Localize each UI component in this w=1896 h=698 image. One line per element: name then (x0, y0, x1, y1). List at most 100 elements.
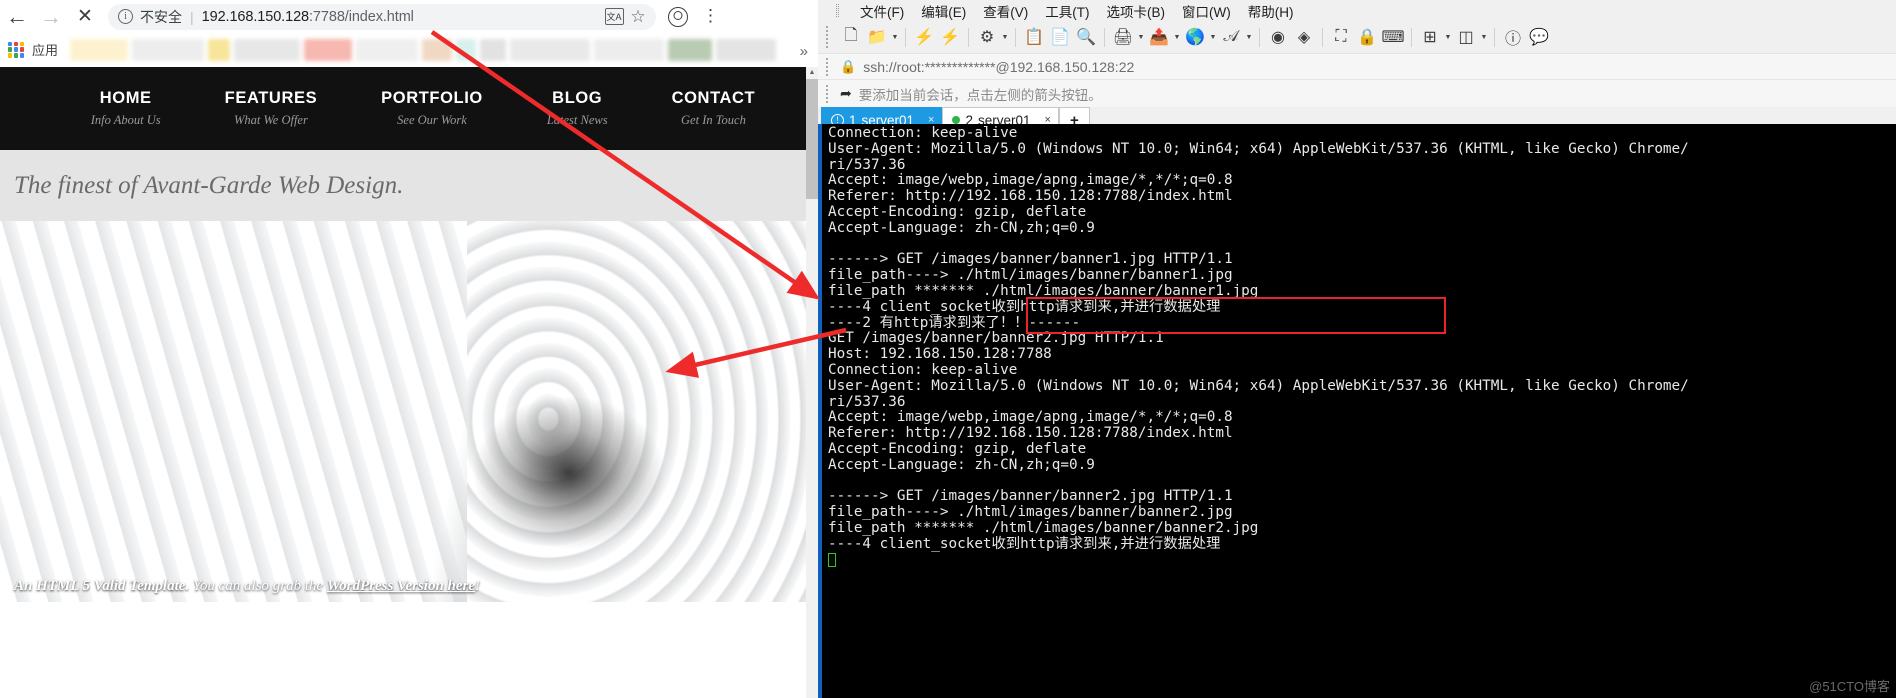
terminal-line: GET /images/banner/banner2.jpg HTTP/1.1 (828, 330, 1164, 347)
toolbar-separator (1411, 27, 1412, 47)
bookmark-chip[interactable] (356, 38, 419, 61)
bookmark-chip[interactable] (716, 38, 777, 61)
nav-item-features[interactable]: FEATURES What We Offer (225, 89, 318, 128)
bookmark-chip[interactable] (304, 38, 353, 61)
terminal-line: ----4 client_socket收到http请求到来,并进行数据处理 (828, 298, 1221, 315)
back-arrow-icon[interactable]: ← (0, 0, 34, 33)
scroll-up-arrow-icon[interactable]: ▲ (806, 67, 818, 79)
translate-icon[interactable]: 文A (602, 6, 626, 28)
font-icon[interactable]: 𝒜 (1218, 24, 1244, 50)
terminal-line: ------> GET /images/banner/banner1.jpg H… (828, 251, 1233, 268)
open-folder-dropdown-icon[interactable]: ▼ (890, 24, 900, 50)
nav-item-blog[interactable]: BLOG Latest News (547, 89, 608, 128)
page-scrollbar[interactable]: ▲ (806, 67, 818, 698)
bookmark-items-blurred[interactable] (70, 38, 780, 61)
browser-toolbar: ← → ✕ i 不安全 | 192.168.150.128:7788/index… (0, 0, 818, 33)
site-info-icon[interactable]: i (118, 9, 133, 24)
copy-icon: 📋 (1024, 29, 1044, 46)
menu-tools[interactable]: 工具(T) (1045, 1, 1089, 21)
session-properties-dropdown-icon[interactable]: ▼ (1000, 24, 1010, 50)
toolbar: 🗋 📁 ▼ ⚡ ⚡ ⚙ ▼ 📋 📄 🔍 🖨 ▼ 📤 ▼ 🌎 ▼ 𝒜 ▼ ◉ ◈ … (818, 21, 1896, 54)
print-dropdown-icon[interactable]: ▼ (1136, 24, 1146, 50)
url-text: 192.168.150.128:7788/index.html (201, 8, 414, 25)
menu-file[interactable]: 文件(F) (860, 1, 904, 21)
terminal-line: Accept-Encoding: gzip, deflate (828, 203, 1087, 220)
find-icon[interactable]: 🔍 (1073, 24, 1099, 50)
ssh-address-bar[interactable]: 🔒 ssh://root:*************@192.168.150.1… (818, 54, 1896, 80)
connect-icon[interactable]: ⚡ (911, 24, 937, 50)
kebab-menu-icon[interactable]: ⋮ (702, 7, 719, 24)
caption-link[interactable]: WordPress Version here (327, 578, 475, 594)
stop-x-icon[interactable]: ✕ (68, 0, 102, 33)
layout-icon[interactable]: ◫ (1453, 24, 1479, 50)
session-hint-text: 要添加当前会话，点击左侧的箭头按钮。 (858, 87, 1102, 103)
lock-icon[interactable]: 🔒 (1354, 24, 1380, 50)
banner-photo-vault (467, 221, 806, 602)
terminal-line: ri/537.36 (828, 156, 906, 173)
nav-item-portfolio[interactable]: PORTFOLIO See Our Work (381, 89, 483, 128)
terminal-line: Accept-Encoding: gzip, deflate (828, 440, 1087, 457)
banner-image: An HTML 5 Valid Template. You can also g… (0, 221, 806, 602)
bookmark-star-icon[interactable]: ☆ (626, 6, 650, 28)
nav-label: PORTFOLIO (381, 89, 483, 107)
bookmark-chip[interactable] (594, 38, 665, 61)
menu-help[interactable]: 帮助(H) (1248, 1, 1294, 21)
scrollbar-thumb[interactable] (806, 79, 818, 199)
terminal-left-accent (818, 124, 822, 698)
bookmark-chip[interactable] (132, 38, 205, 61)
bookmarks-overflow-button[interactable]: » (800, 43, 808, 60)
nav-item-contact[interactable]: CONTACT Get In Touch (672, 89, 756, 128)
nav-sublabel: Latest News (546, 113, 608, 127)
globe-dropdown-icon[interactable]: ▼ (1208, 24, 1218, 50)
terminal-line: file_path ******* ./html/images/banner/b… (828, 282, 1259, 299)
font-dropdown-icon[interactable]: ▼ (1244, 24, 1254, 50)
menu-window[interactable]: 窗口(W) (1182, 1, 1231, 21)
transfer-file-icon[interactable]: 📤 (1146, 24, 1172, 50)
bookmark-chip[interactable] (234, 38, 301, 61)
terminal-line: Accept-Language: zh-CN,zh;q=0.9 (828, 456, 1095, 473)
toolbar-grip[interactable] (826, 26, 830, 48)
menu-tabs[interactable]: 选项卡(B) (1107, 1, 1166, 21)
apps-label[interactable]: 应用 (32, 40, 58, 59)
menu-edit[interactable]: 编辑(E) (921, 1, 966, 21)
toolbar-separator (1494, 27, 1495, 47)
bookmark-chip[interactable] (70, 38, 129, 61)
globe-icon[interactable]: 🌎 (1182, 24, 1208, 50)
bookmark-chip[interactable] (208, 38, 231, 61)
caption-bold: An HTML 5 Valid Template. (14, 578, 190, 594)
new-session-icon[interactable]: 🗋 (838, 24, 864, 50)
log-stop-icon[interactable]: ◈ (1291, 24, 1317, 50)
disconnect-icon: ⚡ (940, 29, 960, 46)
terminal-line: ----4 client_socket收到http请求到来,并进行数据处理 (828, 535, 1221, 552)
address-bar-grip[interactable] (826, 57, 830, 76)
layout-dropdown-icon[interactable]: ▼ (1479, 24, 1489, 50)
add-session-arrow-icon[interactable]: ➦ (840, 85, 852, 102)
transfer-file-dropdown-icon[interactable]: ▼ (1172, 24, 1182, 50)
add-tab-icon[interactable]: ⊞ (1417, 24, 1443, 50)
print-icon[interactable]: 🖨 (1110, 24, 1136, 50)
terminal-output[interactable]: Connection: keep-alive User-Agent: Mozill… (818, 124, 1896, 698)
terminal-line: Connection: keep-alive (828, 361, 1018, 378)
session-hint-bar: ➦ 要添加当前会话，点击左侧的箭头按钮。 (818, 80, 1896, 107)
help-icon[interactable]: ⓘ (1500, 24, 1526, 50)
menu-view[interactable]: 查看(V) (983, 1, 1028, 21)
apps-grid-icon[interactable] (8, 41, 24, 58)
open-folder-icon[interactable]: 📁 (864, 24, 890, 50)
menubar-grip[interactable] (836, 4, 839, 17)
profile-avatar-icon[interactable] (668, 6, 688, 27)
add-tab-dropdown-icon[interactable]: ▼ (1443, 24, 1453, 50)
session-properties-icon[interactable]: ⚙ (974, 24, 1000, 50)
address-bar[interactable]: i 不安全 | 192.168.150.128:7788/index.html … (108, 3, 656, 30)
hint-bar-grip[interactable] (826, 84, 830, 103)
nav-item-home[interactable]: HOME Info About Us (91, 89, 161, 128)
bookmark-chip[interactable] (422, 38, 453, 61)
feedback-icon[interactable]: 💬 (1526, 24, 1552, 50)
bookmark-chip[interactable] (510, 38, 591, 61)
fullscreen-icon[interactable]: ⛶ (1328, 24, 1354, 50)
keyboard-icon[interactable]: ⌨ (1380, 24, 1406, 50)
bookmark-chip[interactable] (456, 38, 477, 61)
bookmark-chip[interactable] (480, 38, 507, 61)
forward-arrow-icon[interactable]: → (34, 0, 68, 33)
bookmark-chip[interactable] (668, 38, 713, 61)
log-start-icon[interactable]: ◉ (1265, 24, 1291, 50)
